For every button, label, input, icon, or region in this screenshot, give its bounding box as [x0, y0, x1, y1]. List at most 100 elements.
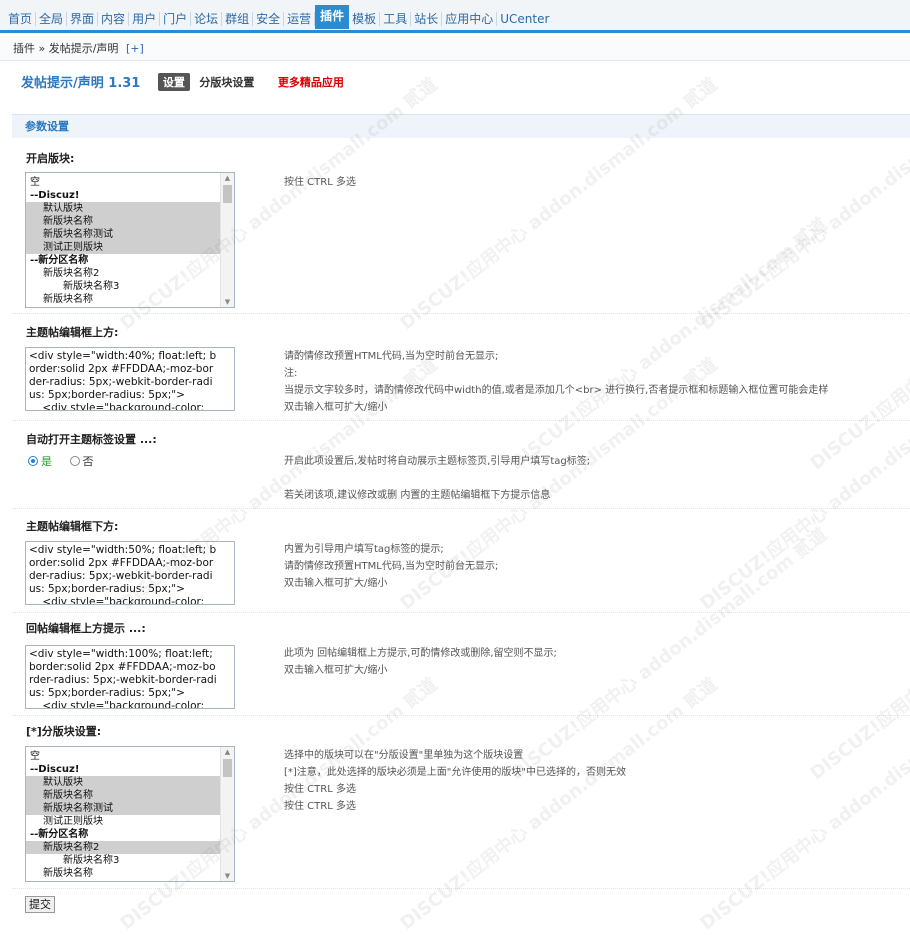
breadcrumb: 插件 » 发帖提示/声明 [+] — [0, 36, 910, 61]
select-option[interactable]: 新版块名称3 — [26, 280, 234, 293]
select-option[interactable]: --新分区名称 — [26, 254, 234, 267]
hint-line: 双击输入框可扩大/缩小 — [284, 578, 388, 589]
watermark-text: DISCUZ!应用中心 addon.dismall.com 贰道 — [396, 74, 722, 335]
nav-item[interactable]: 内容 — [98, 12, 130, 26]
hint-line: 请酌情修改预置HTML代码,当为空时前台无显示; — [284, 561, 499, 572]
select-option[interactable]: 新版块名称2 — [26, 267, 234, 280]
nav-item[interactable]: 界面 — [67, 12, 99, 26]
divider — [12, 715, 910, 716]
auto-tag-hint-2: 若关闭该项,建议修改或删 内置的主题帖编辑框下方提示信息 — [284, 490, 551, 501]
select-option[interactable]: 新版块名称2 — [26, 841, 220, 854]
select-option[interactable]: 新版块名称 — [26, 293, 234, 306]
forum-split-hints: 选择中的版块可以在"分版设置"里单独为这个版块设置 [*]注意，此处选择的版块必… — [284, 747, 626, 815]
select-option[interactable]: --Discuz! — [26, 189, 234, 202]
hint-line: [*]注意，此处选择的版块必须是上面"允许使用的版块"中已选择的，否则无效 — [284, 767, 627, 778]
scrollbar[interactable]: ▲ ▼ — [220, 173, 234, 307]
thread-below-textarea[interactable]: <div style="width:50%; float:left; borde… — [25, 541, 235, 605]
hint-line: 双击输入框可扩大/缩小 — [284, 665, 388, 676]
hint-line: 选择中的版块可以在"分版设置"里单独为这个版块设置 — [284, 750, 524, 761]
scroll-thumb[interactable] — [223, 759, 232, 777]
divider — [12, 508, 910, 509]
hint-line: 当提示文字较多时，请酌情修改代码中width的值,或者是添加几个<br> 进行换… — [284, 385, 829, 396]
nav-item[interactable]: 用户 — [129, 12, 161, 26]
reply-above-hints: 此项为 回帖编辑框上方提示,可酌情修改或删除,留空则不显示; 双击输入框可扩大/… — [284, 645, 557, 679]
scroll-up-icon[interactable]: ▲ — [221, 748, 234, 756]
auto-tag-hint-1: 开启此项设置后,发帖时将自动展示主题标签页,引导用户填写tag标签; — [284, 456, 591, 467]
thread-below-label: 主题帖编辑框下方: — [26, 520, 119, 533]
select-option[interactable]: 测试正则版块 — [26, 241, 220, 254]
section-header: 参数设置 — [12, 114, 910, 138]
select-option[interactable]: 新版块名称 — [26, 867, 234, 880]
divider — [12, 888, 910, 889]
breadcrumb-add-link[interactable]: [+] — [126, 42, 144, 55]
forum-split-select[interactable]: 空 --Discuz! 默认版块 新版块名称 新版块名称测试 测试正则版块 --新分区名称新… — [25, 746, 235, 882]
top-navigation: 首页 全局 界面 内容 用户 门户 论坛 群组 安全 运营 插件 模板 工具 站长 应用中心 UCenter — [0, 0, 910, 33]
thread-below-hints: 内置为引导用户填写tag标签的提示; 请酌情修改预置HTML代码,当为空时前台无… — [284, 541, 498, 592]
watermark-text: DISCUZ!应用中心 addon.dismall.com 贰道 — [506, 214, 832, 475]
breadcrumb-text: 插件 » 发帖提示/声明 — [13, 42, 119, 55]
select-option[interactable]: 测试正则版块 — [26, 815, 234, 828]
select-option[interactable]: 新版块名称测试 — [26, 802, 220, 815]
hint-line: 内置为引导用户填写tag标签的提示; — [284, 544, 444, 555]
submit-button[interactable]: 提交 — [25, 896, 55, 913]
thread-above-label: 主题帖编辑框上方: — [26, 326, 119, 339]
select-option[interactable]: 新版块名称 — [26, 215, 220, 228]
nav-item[interactable]: 工具 — [380, 12, 412, 26]
nav-item[interactable]: 模板 — [349, 12, 381, 26]
forum-open-hint: 按住 CTRL 多选 — [284, 177, 356, 188]
auto-tag-yes-radio[interactable] — [28, 456, 38, 466]
watermark-text: DISCUZ!应用中心 addon.dismall.com 贰道 — [696, 74, 910, 335]
nav-item[interactable]: 全局 — [36, 12, 68, 26]
nav-item[interactable]: UCenter — [497, 12, 552, 26]
select-option[interactable]: 新版块名称3 — [26, 854, 234, 867]
watermark-text: DISCUZ!应用中心 addon.dismall.com 贰道 — [696, 674, 910, 935]
hint-line: 请酌情修改预置HTML代码,当为空时前台无显示; — [284, 351, 499, 362]
nav-item[interactable]: 应用中心 — [442, 12, 498, 26]
nav-item[interactable]: 安全 — [253, 12, 285, 26]
auto-tag-no-label[interactable]: 否 — [83, 455, 94, 468]
hint-line: 按住 CTRL 多选 — [284, 784, 356, 795]
hint-line: 此项为 回帖编辑框上方提示,可酌情修改或删除,留空则不显示; — [284, 648, 557, 659]
nav-item[interactable]: 首页 — [5, 12, 37, 26]
select-option[interactable]: 新版块名称测试 — [26, 228, 220, 241]
scrollbar[interactable]: ▲ ▼ — [220, 747, 234, 881]
select-option[interactable]: --Discuz! — [26, 763, 234, 776]
select-option[interactable]: 空 — [26, 750, 234, 763]
scroll-up-icon[interactable]: ▲ — [221, 174, 234, 182]
auto-tag-label: 自动打开主题标签设置 ...: — [26, 433, 157, 446]
divider — [12, 420, 910, 421]
reply-above-label: 回帖编辑框上方提示 ...: — [26, 622, 146, 635]
tab-settings[interactable]: 设置 — [157, 72, 190, 91]
hint-line: 注: — [284, 368, 298, 379]
more-apps-link[interactable]: 更多精品应用 — [278, 76, 344, 89]
auto-tag-no-radio[interactable] — [69, 456, 80, 466]
select-option[interactable]: 默认版块 — [26, 776, 220, 789]
forum-open-label: 开启版块: — [26, 152, 75, 165]
hint-line: 双击输入框可扩大/缩小 — [284, 402, 388, 413]
nav-item[interactable]: 群组 — [222, 12, 254, 26]
nav-item[interactable]: 运营 — [284, 12, 316, 26]
divider — [12, 612, 910, 613]
forum-open-select[interactable]: 空 --Discuz! 默认版块 新版块名称 新版块名称测试 测试正则版块 --新分区名称新… — [25, 172, 235, 308]
scroll-down-icon[interactable]: ▼ — [221, 872, 234, 880]
plugin-title-row: 发帖提示/声明 1.31 设置 分版块设置 更多精品应用 — [21, 72, 344, 94]
forum-split-label: [*]分版块设置: — [26, 725, 102, 738]
select-option[interactable]: 空 — [26, 176, 234, 189]
select-option[interactable]: 新版块名称 — [26, 789, 220, 802]
select-option[interactable]: --新分区名称 — [26, 828, 234, 841]
nav-items: 首页 全局 界面 内容 用户 门户 论坛 群组 安全 运营 插件 模板 工具 站长 应用中心 UCenter — [5, 5, 552, 32]
auto-tag-yes-label[interactable]: 是 — [41, 455, 52, 468]
tab-forum-settings[interactable]: 分版块设置 — [199, 76, 254, 89]
hint-line: 按住 CTRL 多选 — [284, 801, 356, 812]
scroll-down-icon[interactable]: ▼ — [221, 298, 234, 306]
select-option[interactable]: 默认版块 — [26, 202, 220, 215]
watermark-text: DISCUZ!应用中心 addon.dismall.com 贰道 — [806, 524, 910, 785]
divider — [12, 313, 910, 314]
nav-item[interactable]: 站长 — [411, 12, 443, 26]
nav-item[interactable]: 论坛 — [191, 12, 223, 26]
reply-above-textarea[interactable]: <div style="width:100%; float:left; bord… — [25, 645, 235, 709]
nav-item[interactable]: 门户 — [160, 12, 192, 26]
nav-item[interactable]: 插件 — [315, 5, 350, 29]
scroll-thumb[interactable] — [223, 185, 232, 203]
thread-above-textarea[interactable]: <div style="width:40%; float:left; borde… — [25, 347, 235, 411]
